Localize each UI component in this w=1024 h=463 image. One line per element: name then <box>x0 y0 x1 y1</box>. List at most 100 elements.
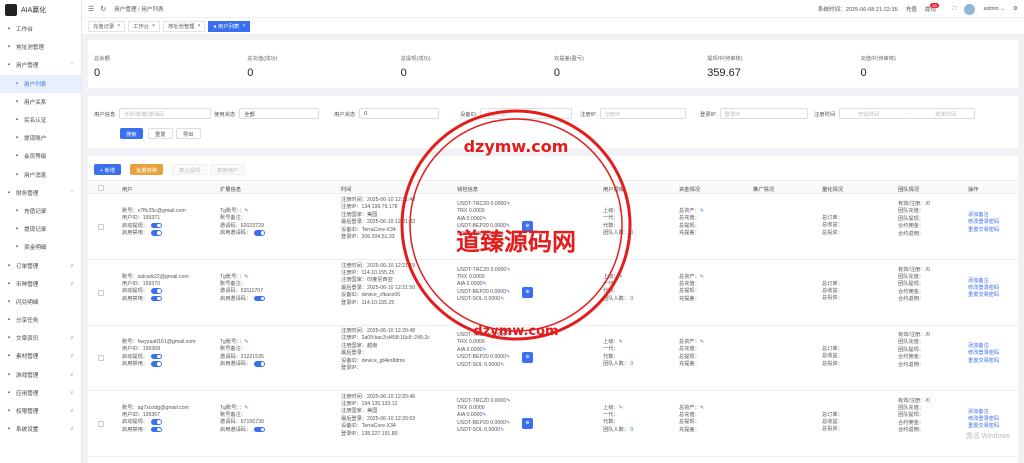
fullscreen-icon[interactable]: ⛶ <box>953 6 957 13</box>
reset-trade-password-link[interactable]: 重置交易密码 <box>968 292 999 298</box>
menu-item-0[interactable]: ▪ 工作台 <box>0 20 81 38</box>
menu-item-22[interactable]: ▪ 系统设置 v <box>0 420 81 438</box>
reset-button[interactable]: 重置 <box>148 128 173 139</box>
menu-item-21[interactable]: ▪ 权限管理 v <box>0 402 81 420</box>
menu-toggle-icon[interactable]: ☰ <box>88 5 94 13</box>
enable-toggle[interactable] <box>150 426 162 433</box>
login-ip-input[interactable]: 登录IP <box>719 108 808 119</box>
change-password-link[interactable]: 修改登录密码 <box>968 285 999 291</box>
export-button[interactable]: 导出 <box>176 128 201 139</box>
withdraw-toggle[interactable] <box>150 419 162 425</box>
refresh-icon[interactable]: ↻ <box>100 5 106 13</box>
invite-toggle[interactable] <box>254 361 266 367</box>
add-note-link[interactable]: 添加备注 <box>968 409 989 415</box>
row-checkbox[interactable] <box>98 289 104 296</box>
menu-item-11[interactable]: ▪ 提现记录 <box>0 220 81 238</box>
menu-item-18[interactable]: ▪ 素材管理 v <box>0 347 81 365</box>
add-note-link[interactable]: 添加备注 <box>968 212 989 218</box>
edit-icon[interactable]: ✎ <box>619 405 623 411</box>
batch-transfer-button[interactable]: 批量转移 <box>130 164 164 175</box>
add-note-link[interactable]: 添加备注 <box>968 278 989 284</box>
date-range-picker[interactable]: 开始时间 - 结束时间 <box>839 108 976 119</box>
enable-toggle[interactable] <box>150 295 162 302</box>
disable-withdraw-button[interactable]: 禁止提现 <box>172 164 208 175</box>
menu-item-8[interactable]: ▪ 用户消息 <box>0 166 81 184</box>
edit-icon[interactable]: ✎ <box>506 398 510 404</box>
row-checkbox[interactable] <box>98 224 104 230</box>
edit-icon[interactable]: ✎ <box>506 354 510 360</box>
row-checkbox[interactable] <box>98 355 104 361</box>
disable-user-button[interactable]: 禁用用户 <box>210 164 246 175</box>
close-icon[interactable]: × <box>197 23 200 29</box>
menu-item-20[interactable]: ▪ 应用管理 v <box>0 384 81 402</box>
tab-3[interactable]: ● 用户列表 × <box>208 20 251 32</box>
team-count[interactable]: 0 <box>630 361 633 367</box>
reset-trade-password-link[interactable]: 重置交易密码 <box>968 358 999 364</box>
edit-icon[interactable]: ✎ <box>500 362 504 368</box>
menu-item-15[interactable]: ▪ 闪兑明细 <box>0 293 81 311</box>
tab-2[interactable]: 地址池管理 × <box>162 20 206 32</box>
menu-item-3[interactable]: ▪ 用户列表 <box>0 74 81 93</box>
tab-0[interactable]: 充值记录 × <box>88 20 126 32</box>
settings-icon[interactable]: ⚙ <box>1013 6 1018 12</box>
menu-item-13[interactable]: ▪ 订单管理 v <box>0 256 81 274</box>
menu-item-16[interactable]: ▪ 分享任务 <box>0 311 81 329</box>
menu-item-1[interactable]: ▪ 地址池管理 <box>0 38 81 56</box>
row-checkbox[interactable] <box>98 420 104 427</box>
team-count[interactable]: 0 <box>630 427 633 433</box>
close-icon[interactable]: × <box>152 23 155 29</box>
wallet-icon: ▪ <box>7 189 11 196</box>
user-info-input[interactable]: 手机/邮箱/邀请码 <box>119 108 212 119</box>
menu-item-10[interactable]: ▪ 充值记录 <box>0 202 81 220</box>
menu-item-5[interactable]: ▪ 实名认证 <box>0 111 81 129</box>
withdraw-toggle[interactable] <box>150 353 162 360</box>
withdraw-toggle[interactable] <box>150 222 162 229</box>
menu-item-14[interactable]: ▪ 币种管理 v <box>0 275 81 293</box>
edit-icon[interactable]: ✎ <box>700 274 704 280</box>
close-icon[interactable]: × <box>117 23 120 29</box>
edit-icon[interactable]: ✎ <box>700 339 704 345</box>
menu-item-4[interactable]: ▪ 用户关系 <box>0 93 81 111</box>
edit-icon[interactable]: ✎ <box>700 208 704 214</box>
qrcode-button[interactable]: ⊕ <box>522 417 533 429</box>
invite-toggle[interactable] <box>254 295 266 302</box>
user-menu[interactable]: admin ⌄ <box>983 6 1005 12</box>
edit-icon[interactable]: ✎ <box>506 420 510 426</box>
reset-trade-password-link[interactable]: 重置交易密码 <box>968 423 999 429</box>
menu-item-12[interactable]: ▪ 资金明细 <box>0 238 81 256</box>
reset-trade-password-link[interactable]: 重置交易密码 <box>968 227 999 233</box>
edit-icon[interactable]: ✎ <box>244 339 248 345</box>
add-note-link[interactable]: 添加备注 <box>968 343 989 349</box>
enable-toggle[interactable] <box>150 230 162 236</box>
close-icon[interactable]: × <box>242 23 245 29</box>
menu-item-2[interactable]: ▪ 用户管理 ^ <box>0 56 81 74</box>
menu-item-17[interactable]: ▪ 文章资讯 v <box>0 329 81 347</box>
edit-icon[interactable]: ✎ <box>482 412 486 418</box>
edit-icon[interactable]: ✎ <box>500 427 504 433</box>
enable-toggle[interactable] <box>150 361 162 367</box>
menu-item-9[interactable]: ▪ 财务管理 ^ <box>0 184 81 202</box>
withdraw-link[interactable]: 提现38 <box>925 3 945 13</box>
menu-item-6[interactable]: ▪ 提现账户 <box>0 129 81 147</box>
edit-icon[interactable]: ✎ <box>244 274 248 280</box>
select-all-checkbox[interactable] <box>98 185 104 191</box>
search-button[interactable]: 搜索 <box>120 128 143 139</box>
qrcode-button[interactable]: ⊕ <box>522 352 533 363</box>
invite-toggle[interactable] <box>254 426 266 433</box>
change-password-link[interactable]: 修改登录密码 <box>968 219 999 225</box>
edit-icon[interactable]: ✎ <box>244 405 248 411</box>
app-logo[interactable]: AIA赢化 <box>0 0 81 20</box>
tab-1[interactable]: 工作台 × <box>128 20 160 32</box>
edit-icon[interactable]: ✎ <box>700 405 704 411</box>
change-password-link[interactable]: 修改登录密码 <box>968 416 999 422</box>
edit-icon[interactable]: ✎ <box>244 208 248 214</box>
recharge-link[interactable]: 充值 <box>906 5 917 13</box>
type-select[interactable]: 全部 <box>239 108 320 119</box>
add-button[interactable]: + 新增 <box>94 164 122 175</box>
menu-item-7[interactable]: ▪ 会员等级 <box>0 147 81 165</box>
change-password-link[interactable]: 修改登录密码 <box>968 350 999 356</box>
invite-toggle[interactable] <box>254 230 266 236</box>
menu-item-19[interactable]: ▪ 游戏管理 v <box>0 366 81 384</box>
avatar[interactable] <box>964 3 976 15</box>
withdraw-toggle[interactable] <box>150 288 162 294</box>
